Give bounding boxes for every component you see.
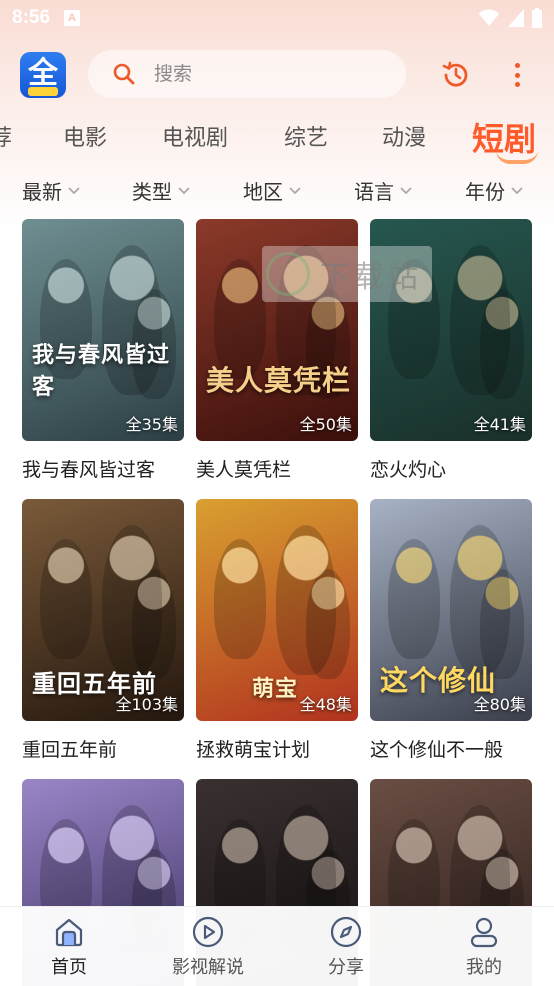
nav-video-commentary[interactable]: 影视解说	[148, 915, 268, 979]
filter-label: 类型	[132, 180, 172, 204]
episode-count: 全80集	[473, 695, 526, 714]
search-bar[interactable]	[88, 50, 406, 98]
poster-image[interactable]: 我与春风皆过客 全35集	[22, 219, 184, 441]
category-tabs: 荐 电影 电视剧 综艺 动漫 短剧	[0, 110, 554, 164]
nav-profile[interactable]: 我的	[424, 915, 544, 979]
watermark-text: 下载站	[320, 260, 422, 295]
episode-count: 全50集	[299, 415, 352, 434]
poster-image[interactable]: 重回五年前 全103集	[22, 499, 184, 721]
drama-card[interactable]: 萌宝 全48集 拯救萌宝计划	[196, 499, 358, 762]
poster-figure	[102, 525, 162, 675]
more-menu-icon[interactable]	[506, 60, 528, 90]
status-time: 8:56	[12, 7, 51, 28]
poster-figure	[450, 245, 510, 395]
chevron-down-icon	[511, 186, 523, 194]
search-input[interactable]	[154, 63, 374, 85]
user-icon	[470, 917, 498, 948]
nav-label: 我的	[466, 957, 502, 978]
tab-tv-series[interactable]: 电视剧	[162, 120, 228, 152]
play-circle-icon	[192, 916, 224, 948]
chevron-down-icon	[178, 186, 190, 194]
poster-image[interactable]: 这个修仙 全80集	[370, 499, 532, 721]
filter-type[interactable]: 类型	[132, 176, 190, 205]
filter-region[interactable]: 地区	[243, 176, 301, 205]
signal-icon	[508, 9, 524, 27]
poster-title-art: 美人莫凭栏	[206, 364, 352, 397]
drama-title[interactable]: 恋火灼心	[370, 455, 532, 482]
filter-label: 最新	[22, 180, 62, 204]
episode-count: 全48集	[299, 695, 352, 714]
nav-label: 分享	[328, 957, 364, 978]
poster-figure	[388, 539, 440, 659]
drama-title[interactable]: 我与春风皆过客	[22, 455, 184, 482]
poster-figure	[276, 525, 336, 675]
drama-title[interactable]: 重回五年前	[22, 735, 184, 762]
home-icon	[55, 918, 83, 947]
app-logo[interactable]: 全	[20, 52, 66, 98]
poster-image[interactable]: 萌宝 全48集	[196, 499, 358, 721]
compass-icon	[330, 916, 362, 948]
drama-card[interactable]: 这个修仙 全80集 这个修仙不一般	[370, 499, 532, 762]
battery-icon	[532, 8, 542, 28]
nav-label: 首页	[51, 957, 87, 978]
status-bar: 8:56 A	[0, 0, 554, 36]
tab-anime[interactable]: 动漫	[382, 120, 426, 152]
drama-title[interactable]: 美人莫凭栏	[196, 455, 358, 482]
chevron-down-icon	[68, 186, 80, 194]
tab-variety[interactable]: 综艺	[284, 120, 328, 152]
bottom-navigation: 首页 影视解说 分享 我的	[0, 906, 554, 986]
drama-title[interactable]: 这个修仙不一般	[370, 735, 532, 762]
nav-home[interactable]: 首页	[9, 915, 129, 979]
nav-label: 影视解说	[172, 957, 244, 978]
filter-bar: 最新 类型 地区 语言 年份	[0, 170, 554, 210]
poster-figure	[214, 539, 266, 659]
app-header: 全	[0, 46, 554, 104]
watermark-logo-icon	[266, 252, 310, 296]
chevron-down-icon	[289, 186, 301, 194]
notification-a-icon: A	[64, 10, 81, 26]
episode-count: 全35集	[125, 415, 178, 434]
poster-figure	[450, 525, 510, 675]
nav-share[interactable]: 分享	[286, 915, 406, 979]
episode-count: 全41集	[473, 415, 526, 434]
tab-short-drama[interactable]: 短剧	[472, 114, 539, 164]
drama-card[interactable]: 重回五年前 全103集 重回五年前	[22, 499, 184, 762]
poster-figure	[40, 539, 92, 659]
filter-label: 地区	[243, 180, 283, 204]
drama-title[interactable]: 拯救萌宝计划	[196, 735, 358, 762]
filter-label: 年份	[465, 180, 505, 204]
logo-ribbon	[28, 87, 58, 96]
filter-latest[interactable]: 最新	[22, 176, 80, 205]
poster-title-art: 萌宝	[252, 677, 299, 702]
history-icon[interactable]	[440, 59, 472, 91]
filter-year[interactable]: 年份	[465, 176, 523, 205]
tab-recommend[interactable]: 荐	[0, 120, 12, 152]
logo-glyph: 全	[28, 56, 58, 91]
wifi-icon	[478, 9, 500, 27]
filter-language[interactable]: 语言	[354, 176, 412, 205]
episode-count: 全103集	[115, 695, 178, 714]
search-icon	[113, 63, 135, 85]
tab-movies[interactable]: 电影	[63, 120, 107, 152]
chevron-down-icon	[400, 186, 412, 194]
poster-title-art: 我与春风皆过客	[32, 343, 171, 400]
filter-label: 语言	[354, 180, 394, 204]
site-watermark: 下载站	[262, 246, 432, 302]
drama-card[interactable]: 我与春风皆过客 全35集 我与春风皆过客	[22, 219, 184, 482]
